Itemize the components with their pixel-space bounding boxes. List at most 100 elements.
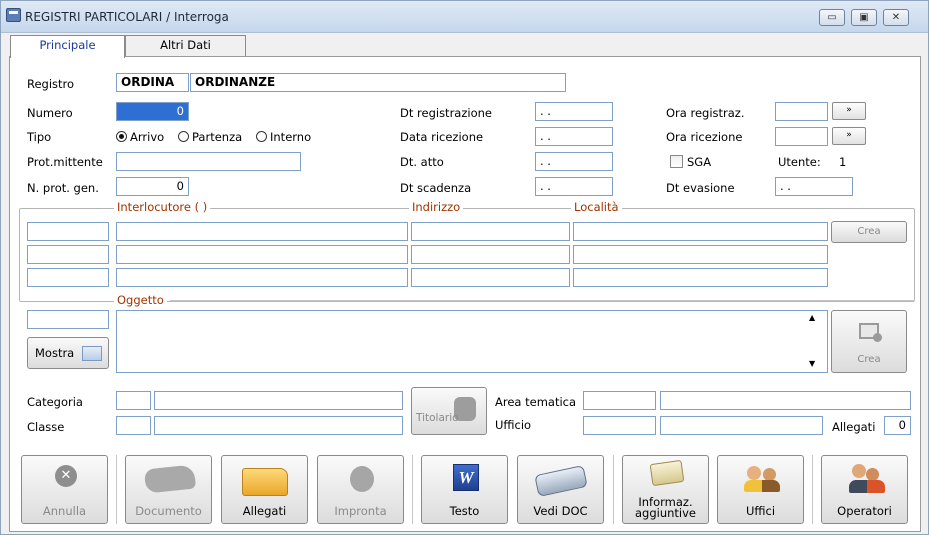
informaz-aggiuntive-button[interactable]: Informaz. aggiuntive	[622, 455, 709, 524]
vedi-doc-label: Vedi DOC	[533, 504, 588, 518]
interlocutore-code-2[interactable]	[27, 245, 109, 264]
minimize-button[interactable]: ▭	[819, 9, 845, 26]
impronta-label: Impronta	[334, 504, 387, 518]
dt-registrazione-field[interactable]: . .	[535, 102, 613, 121]
localita-field-1[interactable]	[573, 222, 828, 241]
utente-value: 1	[839, 155, 847, 169]
informaz-aggiuntive-label: Informaz. aggiuntive	[634, 495, 696, 520]
close-button[interactable]: ✕	[883, 9, 909, 26]
ufficio-desc-field[interactable]	[660, 416, 823, 435]
dt-evasione-field[interactable]: . .	[775, 177, 853, 196]
ufficio-code-field[interactable]	[583, 416, 656, 435]
oggetto-code-field[interactable]	[27, 310, 109, 329]
classe-code-field[interactable]	[116, 416, 151, 435]
dt-atto-field[interactable]: . .	[535, 152, 613, 171]
scanner-icon	[534, 465, 588, 497]
app-icon	[6, 8, 21, 22]
crea-oggetto-label: Crea	[857, 354, 881, 365]
crea-oggetto-button[interactable]: Crea	[831, 310, 907, 373]
data-ricezione-label: Data ricezione	[400, 130, 484, 144]
allegati-button-label: Allegati	[242, 504, 287, 518]
mostra-button[interactable]: Mostra	[27, 337, 109, 369]
operator-head-icon	[852, 464, 866, 478]
registro-code-field[interactable]: ORDINA	[116, 73, 189, 92]
book-icon	[649, 459, 685, 487]
area-tematica-code-field[interactable]	[583, 391, 656, 410]
categoria-code-field[interactable]	[116, 391, 151, 410]
tipo-radio-arrivo[interactable]: Arrivo	[116, 130, 164, 144]
calendar-icon	[82, 346, 102, 361]
vedi-doc-button[interactable]: Vedi DOC	[517, 455, 604, 524]
plus-badge-icon	[873, 333, 882, 342]
users-icon	[744, 480, 780, 492]
user-head-icon	[747, 466, 761, 480]
tipo-interno-label: Interno	[270, 130, 312, 144]
allegati-label: Allegati	[832, 420, 876, 434]
tipo-radio-partenza[interactable]: Partenza	[178, 130, 242, 144]
documento-button[interactable]: Documento	[125, 455, 212, 524]
data-ricezione-field[interactable]: . .	[535, 127, 613, 146]
allegati-count-field[interactable]: 0	[884, 416, 911, 435]
cancel-icon: ✕	[55, 465, 77, 487]
folder-icon	[242, 468, 288, 496]
tab-principale[interactable]: Principale	[10, 35, 125, 58]
documento-label: Documento	[135, 504, 202, 518]
prot-mittente-field[interactable]	[116, 152, 301, 171]
annulla-button[interactable]: ✕ Annulla	[21, 455, 108, 524]
maximize-button[interactable]: ▣	[851, 9, 877, 26]
utente-label: Utente:	[778, 155, 821, 169]
localita-field-2[interactable]	[573, 245, 828, 264]
ora-ricezione-button[interactable]: »	[832, 127, 866, 145]
area-tematica-desc-field[interactable]	[660, 391, 911, 410]
nprot-field[interactable]: 0	[116, 177, 189, 196]
oggetto-title: Oggetto	[114, 294, 167, 307]
interlocutore-name-2[interactable]	[116, 245, 408, 264]
dt-scadenza-field[interactable]: . .	[535, 177, 613, 196]
testo-button[interactable]: W Testo	[421, 455, 508, 524]
indirizzo-field-1[interactable]	[411, 222, 570, 241]
word-icon: W	[453, 464, 479, 491]
ora-ricezione-field[interactable]	[775, 127, 828, 146]
tipo-partenza-label: Partenza	[192, 130, 243, 144]
titolario-label: Titolario	[416, 412, 459, 424]
indirizzo-field-2[interactable]	[411, 245, 570, 264]
toolbar-separator	[812, 455, 813, 524]
testo-label: Testo	[449, 504, 480, 518]
toolbar-separator	[613, 455, 614, 524]
allegati-button[interactable]: Allegati	[221, 455, 308, 524]
uffici-label: Uffici	[745, 504, 776, 518]
registro-label: Registro	[27, 77, 75, 91]
indirizzo-title: Indirizzo	[409, 201, 464, 214]
interlocutore-name-3[interactable]	[116, 268, 408, 287]
dt-registrazione-label: Dt registrazione	[400, 106, 492, 120]
operators-icon	[849, 480, 885, 493]
titolario-button[interactable]: Titolario	[411, 387, 487, 435]
scroll-down-icon[interactable]: ▼	[809, 359, 815, 368]
scroll-up-icon[interactable]: ▲	[809, 313, 815, 322]
ora-registraz-field[interactable]	[775, 102, 828, 121]
tab-altri-dati[interactable]: Altri Dati	[125, 35, 246, 57]
interlocutore-code-3[interactable]	[27, 268, 109, 287]
crea-interlocutore-button[interactable]: Crea	[831, 221, 907, 243]
ora-registraz-button[interactable]: »	[832, 102, 866, 120]
interlocutore-code-1[interactable]	[27, 222, 109, 241]
operatori-button[interactable]: Operatori	[821, 455, 908, 524]
document-icon	[143, 464, 197, 494]
registro-desc-field[interactable]: ORDINANZE	[190, 73, 566, 92]
sga-checkbox[interactable]	[670, 155, 683, 168]
classe-desc-field[interactable]	[154, 416, 403, 435]
ora-ricezione-label: Ora ricezione	[666, 130, 743, 144]
categoria-desc-field[interactable]	[154, 391, 403, 410]
area-tematica-label: Area tematica	[495, 395, 577, 409]
uffici-button[interactable]: Uffici	[717, 455, 804, 524]
localita-field-3[interactable]	[573, 268, 828, 287]
dt-atto-label: Dt. atto	[400, 155, 444, 169]
classe-label: Classe	[27, 420, 65, 434]
tipo-radio-interno[interactable]: Interno	[256, 130, 311, 144]
oggetto-textarea[interactable]	[116, 310, 828, 373]
main-window: REGISTRI PARTICOLARI / Interroga ▭ ▣ ✕ P…	[0, 0, 929, 535]
indirizzo-field-3[interactable]	[411, 268, 570, 287]
numero-field[interactable]: 0	[116, 102, 189, 121]
impronta-button[interactable]: Impronta	[317, 455, 404, 524]
interlocutore-name-1[interactable]	[116, 222, 408, 241]
